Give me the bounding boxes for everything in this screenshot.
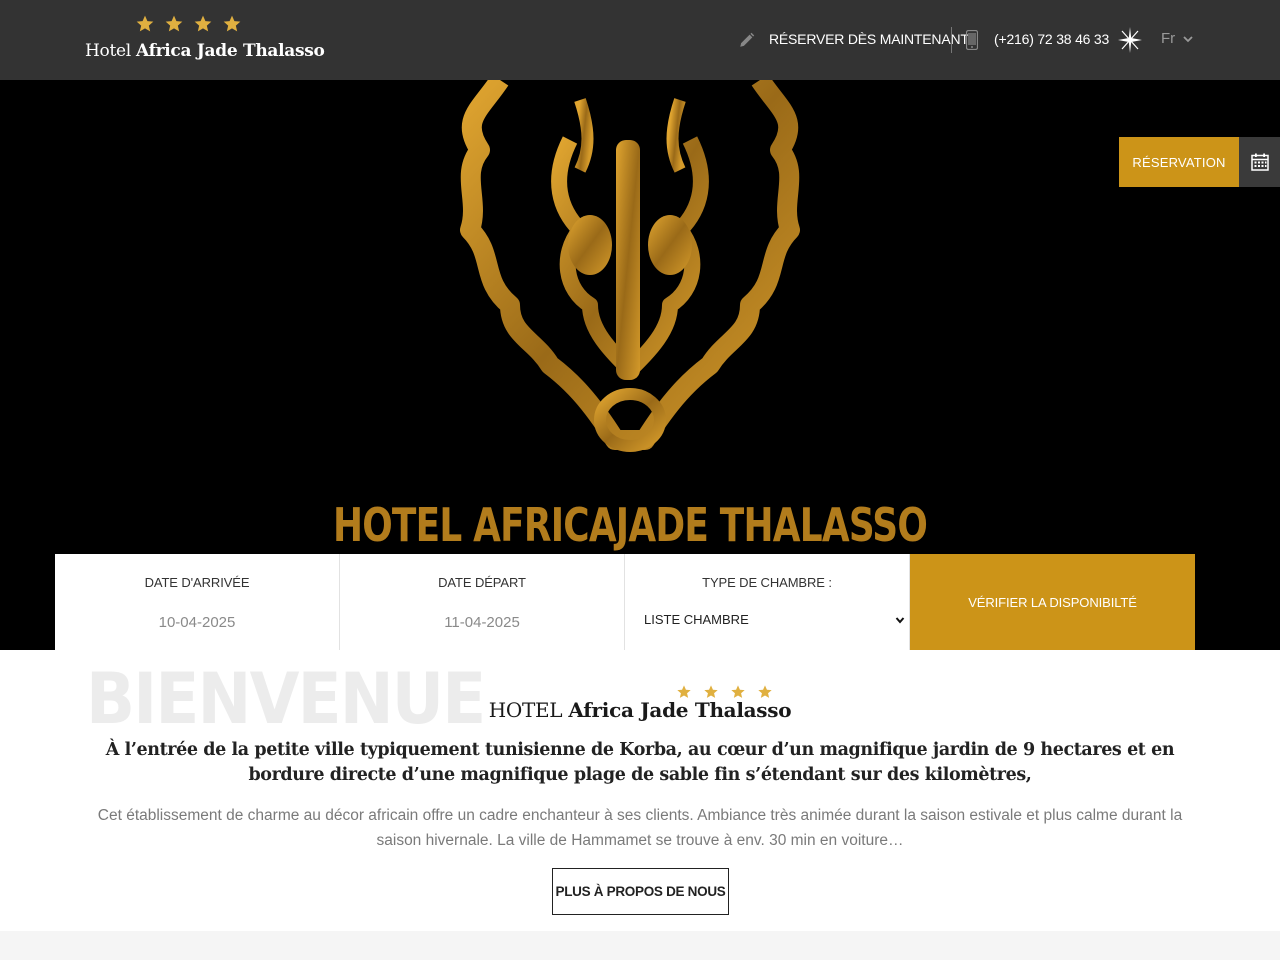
star-icon <box>136 15 153 32</box>
arrival-date-label: DATE D'ARRIVÉE <box>144 575 250 590</box>
brand-name: Hotel Africa Jade Thalasso <box>85 41 325 61</box>
lion-mask-logo <box>460 80 800 452</box>
departure-date-field[interactable]: DATE DÉPART 11-04-2025 <box>340 554 625 650</box>
brand-hotel-name: Africa Jade Thalasso <box>136 41 325 61</box>
calendar-icon <box>1250 153 1269 171</box>
reservation-calendar-button[interactable] <box>1239 137 1280 187</box>
compass-icon[interactable] <box>1117 26 1143 54</box>
welcome-section: BIENVENUE HOTEL Africa Jade Thalasso À l… <box>0 650 1280 931</box>
next-section-band <box>0 931 1280 960</box>
brand-stars <box>79 12 297 36</box>
star-icon <box>165 15 182 32</box>
arrival-date-field[interactable]: DATE D'ARRIVÉE 10-04-2025 <box>55 554 340 650</box>
reserve-now-link[interactable]: RÉSERVER DÈS MAINTENANT <box>769 31 969 47</box>
departure-date-label: DATE DÉPART <box>438 575 526 590</box>
welcome-title: HOTEL Africa Jade Thalasso <box>0 698 1280 722</box>
departure-date-value[interactable]: 11-04-2025 <box>340 614 624 631</box>
chevron-down-icon <box>1183 35 1193 42</box>
nav-divider <box>951 27 952 53</box>
room-type-field: TYPE DE CHAMBRE : LISTE CHAMBRE <box>625 554 910 650</box>
reservation-tab[interactable]: RÉSERVATION <box>1119 137 1239 187</box>
phone-link[interactable]: (+216) 72 38 46 33 <box>994 31 1109 47</box>
chevron-down-icon <box>895 616 905 624</box>
room-type-select[interactable]: LISTE CHAMBRE <box>644 612 905 627</box>
room-type-label: TYPE DE CHAMBRE : <box>702 575 832 590</box>
about-us-button[interactable]: PLUS À PROPOS DE NOUS <box>552 868 729 915</box>
welcome-title-name: Africa Jade Thalasso <box>568 698 792 722</box>
welcome-title-prefix: HOTEL <box>488 698 563 722</box>
language-label: Fr <box>1161 30 1176 47</box>
phone-icon <box>966 30 978 50</box>
star-icon <box>223 15 240 32</box>
welcome-lead: À l’entrée de la petite ville typiquemen… <box>105 740 1175 785</box>
site-header: Hotel Africa Jade Thalasso RÉSERVER DÈS … <box>0 0 1280 80</box>
brand-prefix: Hotel <box>85 41 131 61</box>
welcome-body: Cet établissement de charme au décor afr… <box>97 807 1183 849</box>
brand-logo[interactable]: Hotel Africa Jade Thalasso <box>85 12 325 61</box>
hero-logo-text: HOTEL AFRICAJADE THALASSO <box>332 498 928 552</box>
check-availability-button[interactable]: VÉRIFIER LA DISPONIBILTÉ <box>910 554 1195 650</box>
booking-form: DATE D'ARRIVÉE 10-04-2025 DATE DÉPART 11… <box>55 554 1195 650</box>
arrival-date-value[interactable]: 10-04-2025 <box>55 614 339 631</box>
star-icon <box>194 15 211 32</box>
language-selector[interactable]: Fr <box>1161 30 1193 47</box>
room-type-selected-value: LISTE CHAMBRE <box>644 612 749 627</box>
pencil-icon <box>740 32 755 47</box>
